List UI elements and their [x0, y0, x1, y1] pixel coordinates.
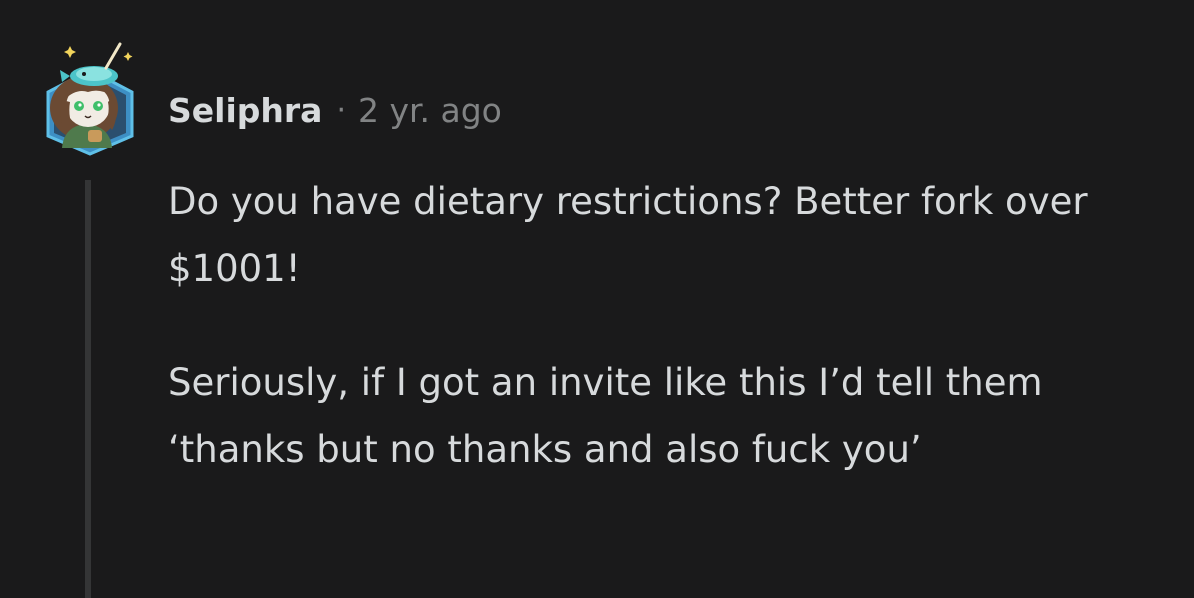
comment-paragraph: Seriously, if I got an invite like this … — [168, 361, 1043, 471]
avatar-icon — [46, 42, 134, 156]
comment-paragraph: Do you have dietary restrictions? Better… — [168, 180, 1088, 290]
thread-collapse-line[interactable] — [85, 180, 91, 598]
separator-dot: · — [336, 92, 346, 128]
comment-header: Seliphra · 2 yr. ago — [168, 88, 502, 132]
timestamp-link[interactable]: 2 yr. ago — [358, 91, 502, 130]
user-avatar[interactable] — [40, 30, 140, 156]
username-link[interactable]: Seliphra — [168, 91, 322, 130]
comment: Seliphra · 2 yr. ago Do you have dietary… — [0, 0, 1194, 598]
comment-body: Do you have dietary restrictions? Better… — [168, 168, 1158, 483]
